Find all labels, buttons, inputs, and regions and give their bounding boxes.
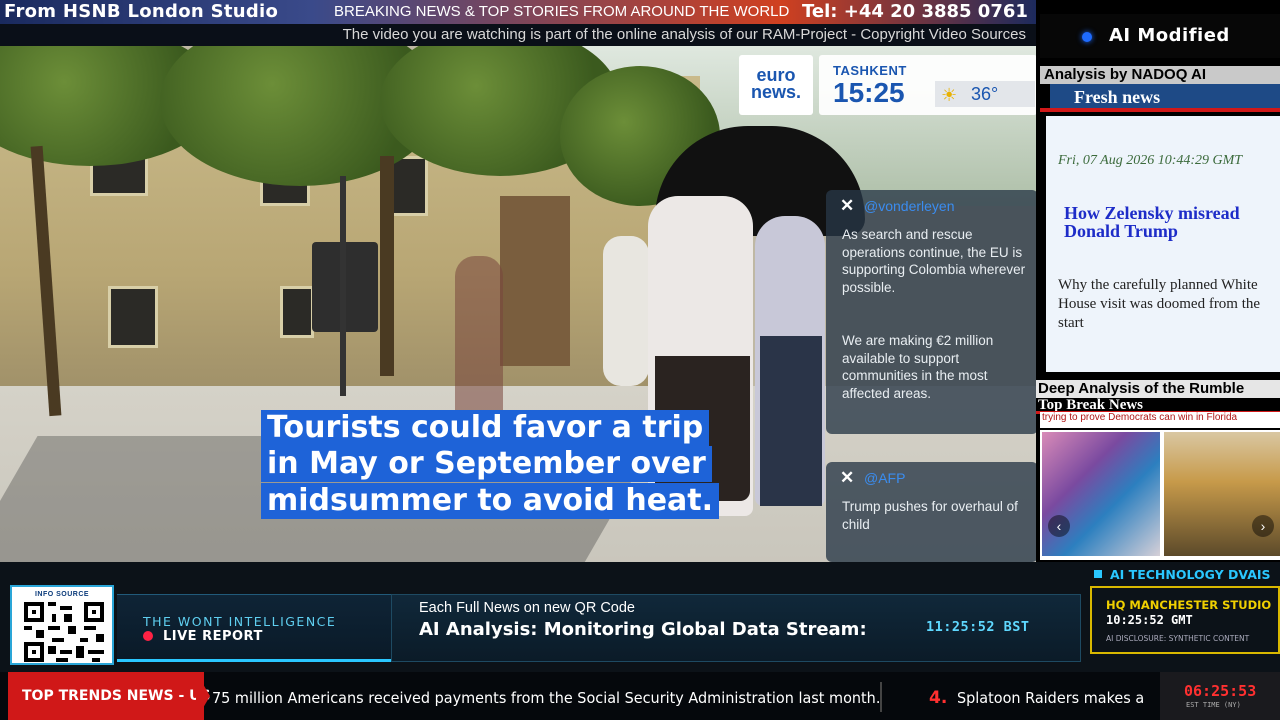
deep-analysis-label: Deep Analysis of the Rumble: [1036, 380, 1280, 398]
tweet-handle: @AFP: [864, 470, 906, 486]
tweet-body-p1: As search and rescue operations continue…: [842, 227, 1026, 295]
live-dot-icon: [143, 631, 153, 641]
building-window: [390, 156, 428, 216]
bst-clock: 11:25:52 BST: [926, 619, 1030, 635]
wont-title: THE WONT INTELLIGENCE: [143, 614, 337, 629]
hq-studio-box: HQ MANCHESTER STUDIO 10:25:52 GMT AI DIS…: [1090, 586, 1280, 654]
qr-box[interactable]: INFO SOURCE: [10, 585, 114, 665]
news-card[interactable]: Fri, 07 Aug 2026 10:44:29 GMT How Zelens…: [1046, 116, 1280, 372]
building-window: [280, 286, 314, 338]
tree-trunk: [380, 156, 394, 376]
ticker-item: 75 million Americans received payments f…: [212, 689, 881, 707]
tweet-card: ✕ @AFP Trump pushes for overhaul of chil…: [826, 462, 1038, 562]
ai-modified-badge: AI Modified: [1040, 14, 1280, 58]
divider: [1040, 108, 1280, 112]
chevron-right-icon[interactable]: ›: [1252, 515, 1274, 537]
ticker-number: 4.: [929, 688, 948, 708]
label-arrow: [196, 672, 210, 720]
top-break-news-label: Top Break News: [1036, 398, 1280, 412]
news-date: Fri, 07 Aug 2026 10:44:29 GMT: [1058, 153, 1243, 168]
ticker-clock: 06:25:53 EST TIME (NY): [1160, 672, 1280, 720]
caption-line-2: in May or September over: [261, 446, 712, 482]
tweet-body-p2: We are making €2 million available to su…: [842, 333, 994, 401]
qr-code-icon: [24, 602, 104, 662]
video-frame[interactable]: euro news. TASHKENT 15:25 ☀ 36° ✕ @vonde…: [0, 46, 1040, 562]
gmt-clock: 10:25:52 GMT: [1106, 613, 1193, 627]
doorway: [500, 196, 570, 366]
temperature: 36°: [971, 84, 999, 104]
copyright-subline: The video you are watching is part of th…: [0, 24, 1040, 46]
breaking-news-label: BREAKING NEWS & TOP STORIES FROM AROUND …: [334, 3, 790, 20]
euronews-clock: TASHKENT 15:25 ☀ 36°: [819, 55, 1037, 115]
live-dot-icon: [1082, 32, 1092, 42]
caption-line-1: Tourists could favor a trip: [261, 410, 710, 446]
tourist-trousers: [760, 336, 822, 506]
local-time: 15:25: [833, 77, 905, 108]
est-zone: EST TIME (NY): [1186, 701, 1241, 709]
sun-cloud-icon: ☀: [941, 85, 958, 105]
chevron-left-icon[interactable]: ‹: [1048, 515, 1070, 537]
city-label: TASHKENT: [833, 63, 907, 78]
x-icon: ✕: [840, 196, 855, 215]
news-description: Why the carefully planned White House vi…: [1058, 277, 1261, 331]
ai-disclosure: AI DISCLOSURE: SYNTHETIC CONTENT: [1106, 634, 1250, 643]
building-window: [108, 286, 158, 348]
background-pedestrian: [603, 236, 649, 386]
tweet-handle: @vonderleyen: [864, 198, 955, 214]
gallery-image[interactable]: [1042, 432, 1160, 556]
ai-technology-text: AI TECHNOLOGY DVAIS: [1110, 567, 1271, 582]
wont-intelligence-panel: THE WONT INTELLIGENCE LIVE REPORT: [117, 594, 391, 662]
blurred-pedestrian: [455, 256, 503, 436]
fresh-news-header: Fresh news: [1050, 84, 1280, 110]
ai-analysis-panel: Each Full News on new QR Code AI Analysi…: [391, 594, 1081, 662]
tweet-card: ✕ @vonderleyen As search and rescue oper…: [826, 190, 1038, 434]
telephone-label: Tel: +44 20 3885 0761: [802, 1, 1028, 22]
hq-studio-label: HQ MANCHESTER STUDIO: [1106, 598, 1272, 612]
image-gallery[interactable]: ‹ ›: [1040, 430, 1280, 560]
ticker-item: Splatoon Raiders makes a splash: [957, 689, 1143, 707]
euronews-logo: euro news.: [739, 55, 813, 115]
analysis-headline: AI Analysis: Monitoring Global Data Stre…: [419, 619, 867, 640]
weather-box: ☀ 36°: [935, 81, 1035, 107]
info-source-label: INFO SOURCE: [34, 591, 90, 598]
live-report-label: LIVE REPORT: [163, 629, 263, 644]
analysis-by-label: Analysis by NADOQ AI: [1040, 66, 1280, 84]
news-snippet: trying to prove Democrats can win in Flo…: [1040, 412, 1280, 428]
square-icon: [1094, 570, 1102, 578]
news-headline[interactable]: How Zelensky misread Donald Trump: [1064, 204, 1264, 240]
top-trends-label: TOP TRENDS NEWS - US: [8, 672, 211, 720]
caption-line-3: midsummer to avoid heat.: [261, 483, 720, 519]
x-icon: ✕: [840, 468, 855, 487]
qr-hint: Each Full News on new QR Code: [419, 600, 635, 616]
ai-technology-label: AI TECHNOLOGY DVAIS: [1090, 566, 1280, 584]
ticker-separator: [880, 682, 882, 712]
studio-label: From HSNB London Studio: [4, 1, 279, 22]
gallery-image[interactable]: [1164, 432, 1280, 556]
euronews-logo-text: euro news.: [750, 65, 802, 102]
tweet-body: Trump pushes for overhaul of child: [842, 499, 1018, 532]
street-pole: [340, 176, 346, 396]
top-banner: From HSNB London Studio BREAKING NEWS & …: [0, 0, 1040, 24]
ai-modified-label: AI Modified: [1109, 25, 1230, 46]
est-clock: 06:25:53: [1184, 682, 1257, 700]
